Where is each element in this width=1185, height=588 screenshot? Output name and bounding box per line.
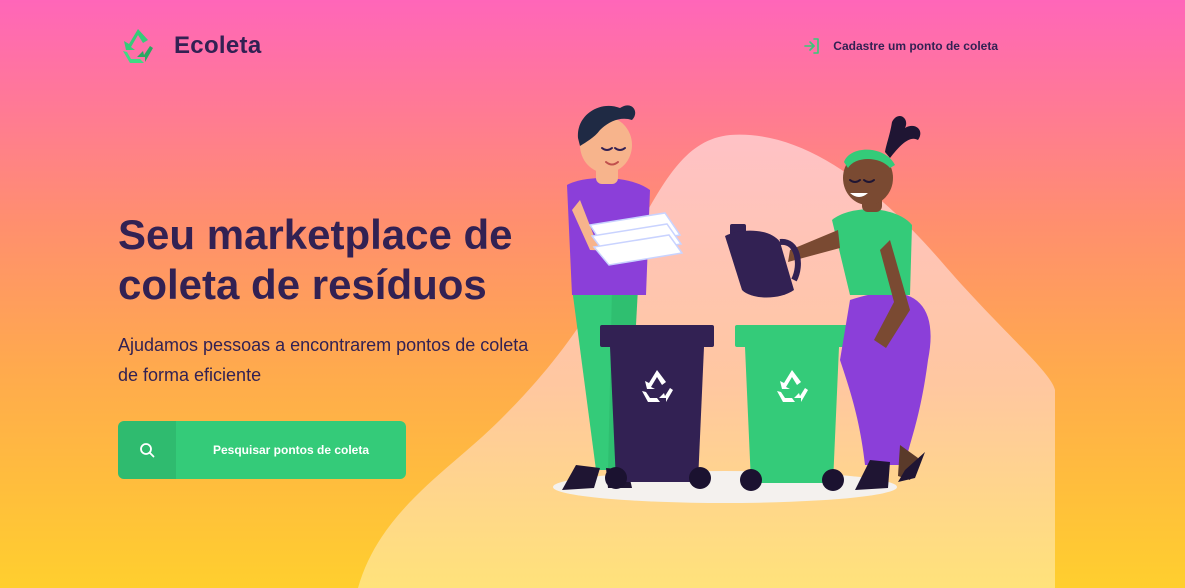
background-blob: [358, 134, 1055, 588]
recycle-icon: [123, 29, 153, 63]
logo-text: Ecoleta: [174, 32, 262, 59]
register-point-label: Cadastre um ponto de coleta: [833, 39, 998, 53]
ground-shadow: [553, 471, 897, 503]
logo[interactable]: Ecoleta: [118, 26, 261, 66]
register-point-link[interactable]: Cadastre um ponto de coleta: [803, 37, 998, 55]
dark-recycle-bin: [600, 325, 714, 489]
green-recycle-bin: [735, 325, 849, 491]
search-icon: [140, 443, 155, 458]
site-header: Ecoleta Cadastre um ponto de coleta: [118, 24, 998, 68]
search-icon-box: [118, 421, 176, 479]
login-arrow-icon: [804, 38, 820, 54]
recycling-illustration: [358, 105, 1055, 588]
